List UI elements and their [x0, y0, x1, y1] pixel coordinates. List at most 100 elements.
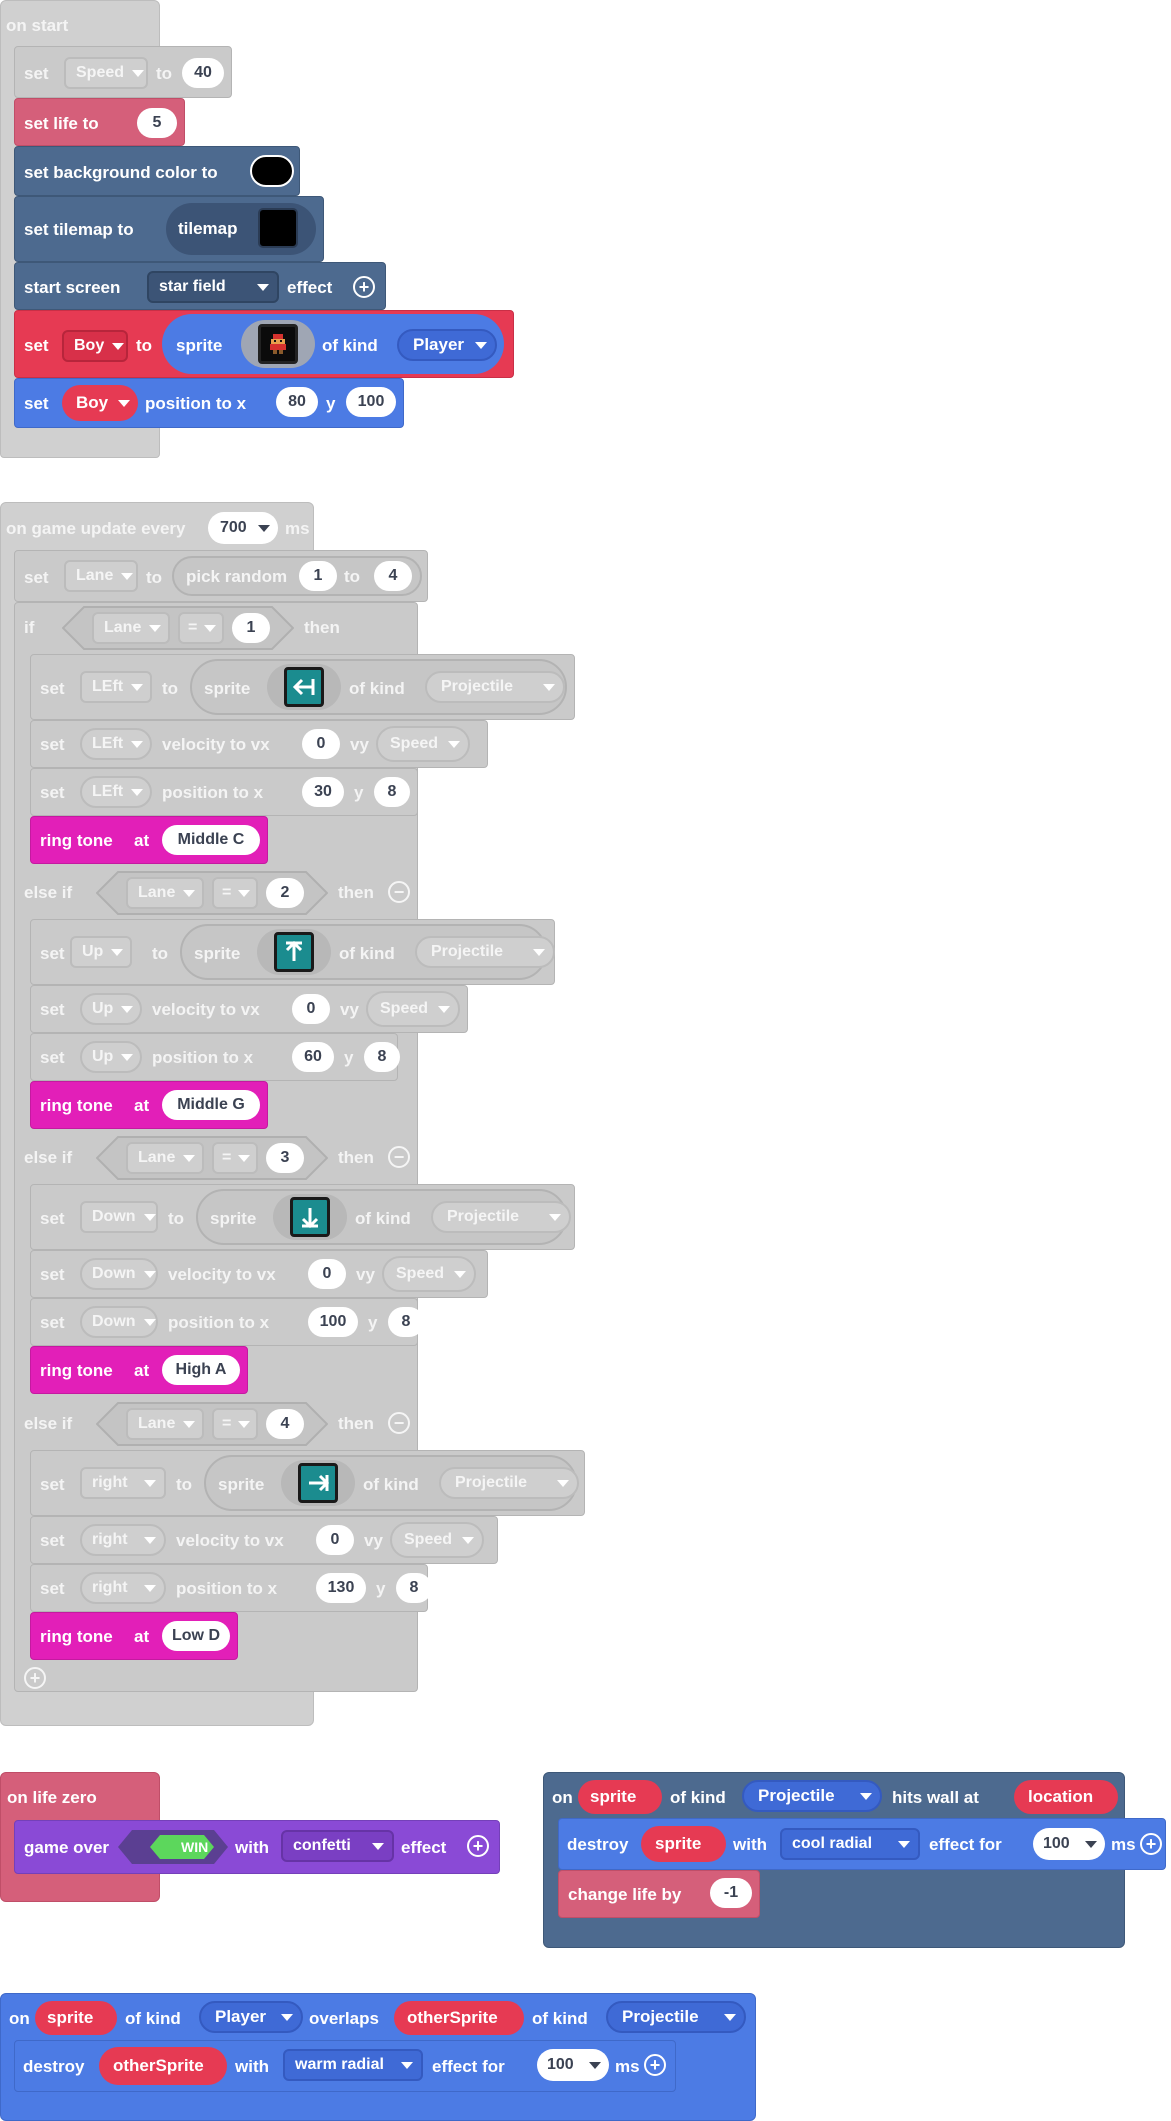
add-parameter-icon[interactable]: +: [644, 2054, 666, 2076]
kind-dropdown-player[interactable]: Player: [199, 2001, 303, 2033]
sprite-variable-dropdown[interactable]: Up: [80, 993, 142, 1025]
sprite-variable-dropdown[interactable]: right: [80, 1524, 166, 1556]
random-min-input[interactable]: 1: [299, 561, 337, 591]
condition-variable-lane[interactable]: Lane: [126, 1142, 204, 1174]
condition-variable-lane[interactable]: Lane: [126, 1408, 204, 1440]
win-boolean-slot[interactable]: [118, 1830, 228, 1864]
projectile-arrow-thumbnail[interactable]: [274, 932, 314, 972]
other-sprite-parameter[interactable]: otherSprite: [394, 2001, 524, 2035]
comparison-operator-dropdown[interactable]: =: [212, 1408, 258, 1440]
position-x-input[interactable]: 130: [316, 1573, 366, 1603]
velocity-vy-variable[interactable]: Speed: [376, 726, 470, 762]
player-sprite-thumbnail[interactable]: [258, 324, 298, 364]
kind-dropdown-projectile[interactable]: Projectile: [439, 1467, 579, 1499]
kind-dropdown-projectile[interactable]: Projectile: [606, 2001, 746, 2033]
sprite-image-slot[interactable]: [267, 664, 341, 710]
position-x-input[interactable]: 60: [292, 1042, 334, 1072]
kind-dropdown-projectile[interactable]: Projectile: [742, 1780, 882, 1812]
destroy-effect-dropdown[interactable]: cool radial: [780, 1828, 920, 1860]
hits-wall-label: hits wall at: [892, 1788, 979, 1807]
sprite-image-slot[interactable]: [273, 1194, 347, 1240]
remove-else-if-icon[interactable]: −: [388, 1146, 410, 1168]
life-value-input[interactable]: 5: [137, 108, 177, 138]
sprite-variable-dropdown[interactable]: LEft: [80, 671, 152, 703]
sprite-parameter[interactable]: sprite: [578, 1780, 662, 1814]
sprite-variable-boy[interactable]: Boy: [62, 385, 138, 421]
condition-variable-lane[interactable]: Lane: [92, 612, 170, 644]
condition-value-input[interactable]: 4: [266, 1409, 304, 1439]
note-picker[interactable]: Low D: [162, 1621, 230, 1651]
tilemap-thumbnail[interactable]: [258, 208, 298, 248]
velocity-vx-input[interactable]: 0: [302, 729, 340, 759]
projectile-arrow-thumbnail[interactable]: [290, 1197, 330, 1237]
change-life-input[interactable]: -1: [710, 1878, 752, 1908]
position-x-input[interactable]: 100: [308, 1307, 358, 1337]
comparison-operator-dropdown[interactable]: =: [212, 877, 258, 909]
condition-value-input[interactable]: 2: [266, 878, 304, 908]
sprite-variable-dropdown[interactable]: Down: [80, 1306, 158, 1338]
color-swatch[interactable]: [250, 155, 294, 187]
sprite-variable-dropdown[interactable]: Up: [70, 936, 132, 968]
kind-dropdown-player[interactable]: Player: [397, 329, 497, 361]
sprite-image-slot[interactable]: [281, 1460, 355, 1506]
position-x-input[interactable]: 30: [302, 777, 344, 807]
duration-dropdown[interactable]: 100: [537, 2049, 609, 2081]
sprite-image-slot[interactable]: [257, 929, 331, 975]
destroy-effect-dropdown[interactable]: warm radial: [283, 2049, 423, 2081]
add-parameter-icon[interactable]: +: [467, 1835, 489, 1857]
add-else-if-icon[interactable]: +: [24, 1667, 46, 1689]
note-picker[interactable]: Middle C: [162, 825, 260, 855]
sprite-parameter[interactable]: sprite: [35, 2001, 117, 2035]
kind-dropdown-projectile[interactable]: Projectile: [431, 1201, 571, 1233]
sprite-variable-dropdown[interactable]: right: [80, 1572, 166, 1604]
comparison-operator-dropdown[interactable]: =: [212, 1142, 258, 1174]
random-max-input[interactable]: 4: [374, 561, 412, 591]
note-picker[interactable]: Middle G: [162, 1090, 260, 1120]
velocity-vy-variable[interactable]: Speed: [382, 1256, 476, 1292]
sprite-image-slot[interactable]: [241, 320, 315, 368]
condition-value-input[interactable]: 3: [266, 1143, 304, 1173]
condition-value-input[interactable]: 1: [232, 613, 270, 643]
projectile-arrow-thumbnail[interactable]: [284, 667, 324, 707]
sprite-variable-dropdown[interactable]: LEft: [80, 776, 152, 808]
velocity-vx-input[interactable]: 0: [316, 1525, 354, 1555]
position-y-input[interactable]: 8: [396, 1573, 432, 1603]
condition-variable-lane[interactable]: Lane: [126, 877, 204, 909]
chevron-down-icon: [543, 683, 555, 691]
position-y-input[interactable]: 100: [346, 387, 396, 417]
position-x-input[interactable]: 80: [276, 387, 318, 417]
remove-else-if-icon[interactable]: −: [388, 1412, 410, 1434]
position-y-input[interactable]: 8: [374, 777, 410, 807]
kind-dropdown-projectile[interactable]: Projectile: [425, 671, 565, 703]
add-parameter-icon[interactable]: +: [353, 276, 375, 298]
sprite-variable-dropdown[interactable]: LEft: [80, 728, 152, 760]
velocity-vy-variable[interactable]: Speed: [390, 1522, 484, 1558]
sprite-variable-dropdown[interactable]: Up: [80, 1041, 142, 1073]
destroy-target-other-sprite[interactable]: otherSprite: [99, 2047, 227, 2085]
sprite-variable-dropdown[interactable]: right: [80, 1467, 166, 1499]
velocity-vx-input[interactable]: 0: [308, 1259, 346, 1289]
position-y-input[interactable]: 8: [388, 1307, 424, 1337]
variable-dropdown-boy[interactable]: Boy: [62, 330, 128, 362]
interval-dropdown[interactable]: 700: [208, 512, 278, 544]
velocity-vy-variable[interactable]: Speed: [366, 991, 460, 1027]
comparison-operator-dropdown[interactable]: =: [178, 612, 224, 644]
position-y-input[interactable]: 8: [364, 1042, 400, 1072]
add-parameter-icon[interactable]: +: [1140, 1833, 1162, 1855]
speed-value-input[interactable]: 40: [182, 58, 224, 88]
projectile-arrow-thumbnail[interactable]: [298, 1463, 338, 1503]
end-effect-dropdown[interactable]: confetti: [281, 1830, 394, 1862]
variable-dropdown-lane[interactable]: Lane: [64, 560, 138, 592]
destroy-target-sprite[interactable]: sprite: [641, 1826, 726, 1862]
variable-dropdown-speed[interactable]: Speed: [64, 57, 148, 89]
kind-dropdown-projectile[interactable]: Projectile: [415, 936, 555, 968]
velocity-vx-input[interactable]: 0: [292, 994, 330, 1024]
of-kind-label: of kind: [670, 1788, 726, 1807]
remove-else-if-icon[interactable]: −: [388, 881, 410, 903]
screen-effect-dropdown[interactable]: star field: [147, 271, 279, 303]
sprite-variable-dropdown[interactable]: Down: [80, 1201, 158, 1233]
duration-dropdown[interactable]: 100: [1033, 1828, 1105, 1860]
sprite-variable-dropdown[interactable]: Down: [80, 1258, 158, 1290]
location-parameter[interactable]: location: [1014, 1780, 1118, 1814]
note-picker[interactable]: High A: [162, 1355, 240, 1385]
